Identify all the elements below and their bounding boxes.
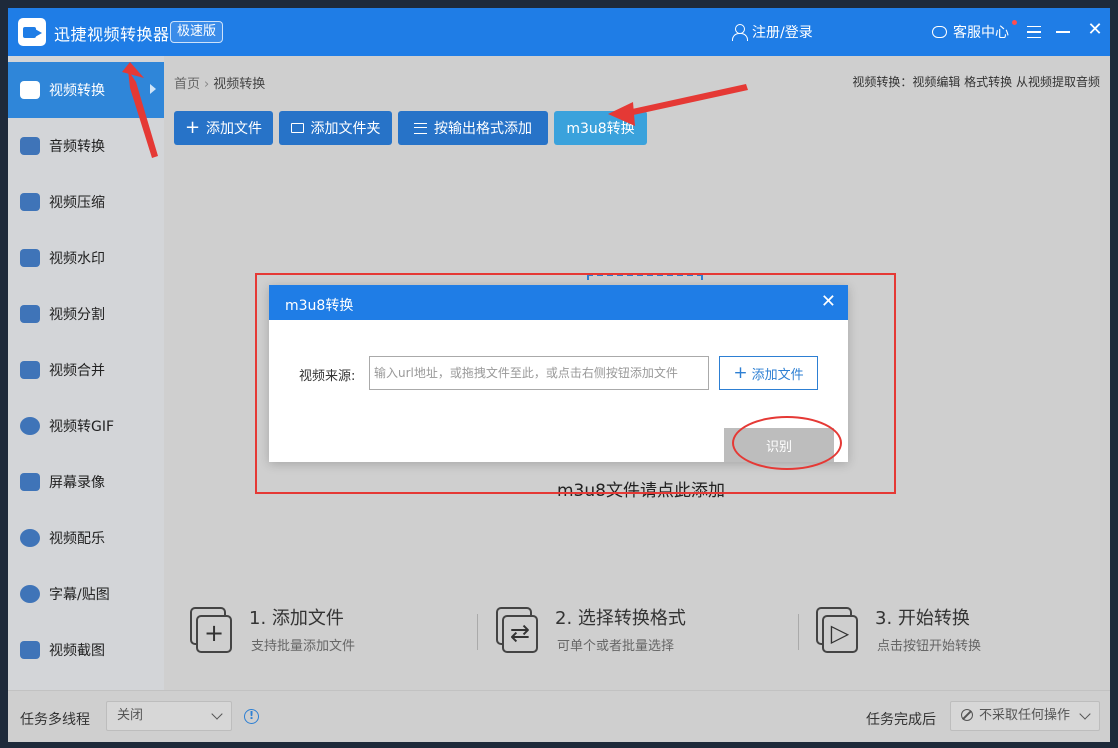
sidebar-item-subtitle[interactable]: 字幕/贴图 [8,566,164,622]
identify-label: 识别 [765,439,792,455]
video-split-icon [20,305,40,323]
step-title: 2. 选择转换格式 [555,608,686,629]
title-bar: 迅捷视频转换器 极速版 注册/登录 客服中心 ✕ [8,8,1110,56]
identify-button[interactable]: 识别 [724,428,834,462]
sidebar: 视频转换 音频转换 视频压缩 视频水印 视频分割 视频合并 视频转GIF 屏幕录… [8,56,164,690]
sidebar-item-label: 视频合并 [49,363,105,379]
step-desc: 点击按钮开始转换 [877,639,982,654]
subtitle-icon [20,585,40,603]
customer-service-link[interactable]: 客服中心 [932,22,1009,42]
add-file-icon: + [190,607,232,653]
app-window: 迅捷视频转换器 极速版 注册/登录 客服中心 ✕ 视频转换 音频转换 视频压缩 [8,8,1110,742]
login-label: 注册/登录 [752,25,813,41]
step-title: 1. 添加文件 [249,608,344,629]
info-icon[interactable]: ! [244,709,259,724]
menu-icon[interactable] [1027,26,1041,38]
music-icon [20,529,40,547]
sidebar-item-video-compress[interactable]: 视频压缩 [8,174,164,230]
step-desc: 可单个或者批量选择 [557,639,675,654]
close-window-icon[interactable]: ✕ [1086,20,1104,40]
sidebar-item-label: 视频转GIF [49,419,115,435]
sidebar-item-video-gif[interactable]: 视频转GIF [8,398,164,454]
sidebar-item-video-watermark[interactable]: 视频水印 [8,230,164,286]
breadcrumb: 首页 › 视频转换 [174,73,265,92]
sidebar-item-label: 字幕/贴图 [49,587,110,603]
close-icon[interactable]: ✕ [821,292,836,312]
screenshot-icon [20,641,40,659]
after-task-label: 任务完成后 [866,712,936,728]
plus-icon: + [733,362,748,383]
sidebar-item-video-convert[interactable]: 视频转换 [8,62,164,118]
footer-bar: 任务多线程 关闭 ! 任务完成后 不采取任何操作 [8,690,1110,742]
after-task-select[interactable]: 不采取任何操作 [950,701,1100,731]
folder-icon [290,123,304,133]
after-task-value: 不采取任何操作 [979,708,1071,723]
m3u8-convert-button[interactable]: m3u8转换 [554,111,647,145]
sidebar-item-label: 屏幕录像 [49,475,105,491]
multithread-select[interactable]: 关闭 [106,701,232,731]
screen-record-icon [20,473,40,491]
add-folder-button[interactable]: 添加文件夹 [279,111,392,145]
sidebar-item-audio-convert[interactable]: 音频转换 [8,118,164,174]
chevron-down-icon [211,708,223,720]
swap-format-icon: ⇄ [496,607,538,653]
sidebar-item-label: 视频分割 [49,307,105,323]
audio-convert-icon [20,137,40,155]
add-file-label: 添加文件 [206,121,263,137]
app-title: 迅捷视频转换器 [54,25,170,44]
ban-icon [961,709,973,721]
feature-hint: 视频转换：视频编辑 格式转换 从视频提取音频 [852,75,1100,89]
add-folder-label: 添加文件夹 [310,121,381,137]
step-divider [798,614,799,650]
video-source-input[interactable] [369,356,709,390]
dialog-title: m3u8转换 [285,298,354,314]
video-compress-icon [20,193,40,211]
m3u8-dialog: m3u8转换 ✕ 视频来源: + 添加文件 识别 [269,285,848,462]
clapper-icon: ▷ [816,607,858,653]
chat-icon [932,26,947,38]
edition-badge: 极速版 [170,21,224,43]
sidebar-item-label: 视频截图 [49,643,105,659]
breadcrumb-home[interactable]: 首页 [174,77,200,92]
minimize-icon[interactable] [1056,31,1070,33]
sidebar-item-video-split[interactable]: 视频分割 [8,286,164,342]
sidebar-item-screenshot[interactable]: 视频截图 [8,622,164,678]
video-source-label: 视频来源: [299,369,356,384]
drop-zone-text[interactable]: m3u8文件请点此添加 [557,476,725,501]
step-divider [477,614,478,650]
notification-dot [1012,20,1017,25]
step-title: 3. 开始转换 [875,608,970,629]
service-label: 客服中心 [953,25,1009,41]
sidebar-item-video-merge[interactable]: 视频合并 [8,342,164,398]
dialog-add-file-button[interactable]: + 添加文件 [719,356,818,390]
add-file-button[interactable]: + 添加文件 [174,111,273,145]
add-by-format-button[interactable]: 按输出格式添加 [398,111,548,145]
sidebar-item-label: 视频压缩 [49,195,105,211]
step-desc: 支持批量添加文件 [251,639,356,654]
breadcrumb-current: 视频转换 [213,77,266,92]
app-logo-icon [18,18,46,46]
video-merge-icon [20,361,40,379]
dialog-add-file-label: 添加文件 [751,367,804,383]
multithread-value: 关闭 [117,708,144,723]
list-icon [414,122,427,134]
sidebar-item-video-music[interactable]: 视频配乐 [8,510,164,566]
login-link[interactable]: 注册/登录 [732,22,813,42]
chevron-down-icon [1079,708,1091,720]
user-icon [732,24,748,41]
plus-icon: + [184,117,201,138]
breadcrumb-separator-icon: › [204,77,210,92]
video-convert-icon [20,81,40,99]
sidebar-item-screen-record[interactable]: 屏幕录像 [8,454,164,510]
sidebar-item-label: 视频水印 [49,251,105,267]
sidebar-item-label: 视频配乐 [49,531,105,547]
dialog-header: m3u8转换 ✕ [269,285,848,320]
m3u8-label: m3u8转换 [566,121,635,137]
add-by-format-label: 按输出格式添加 [434,121,532,137]
sidebar-item-label: 视频转换 [49,83,105,99]
video-watermark-icon [20,249,40,267]
multithread-label: 任务多线程 [20,712,90,728]
gif-icon [20,417,40,435]
sidebar-item-label: 音频转换 [49,139,105,155]
